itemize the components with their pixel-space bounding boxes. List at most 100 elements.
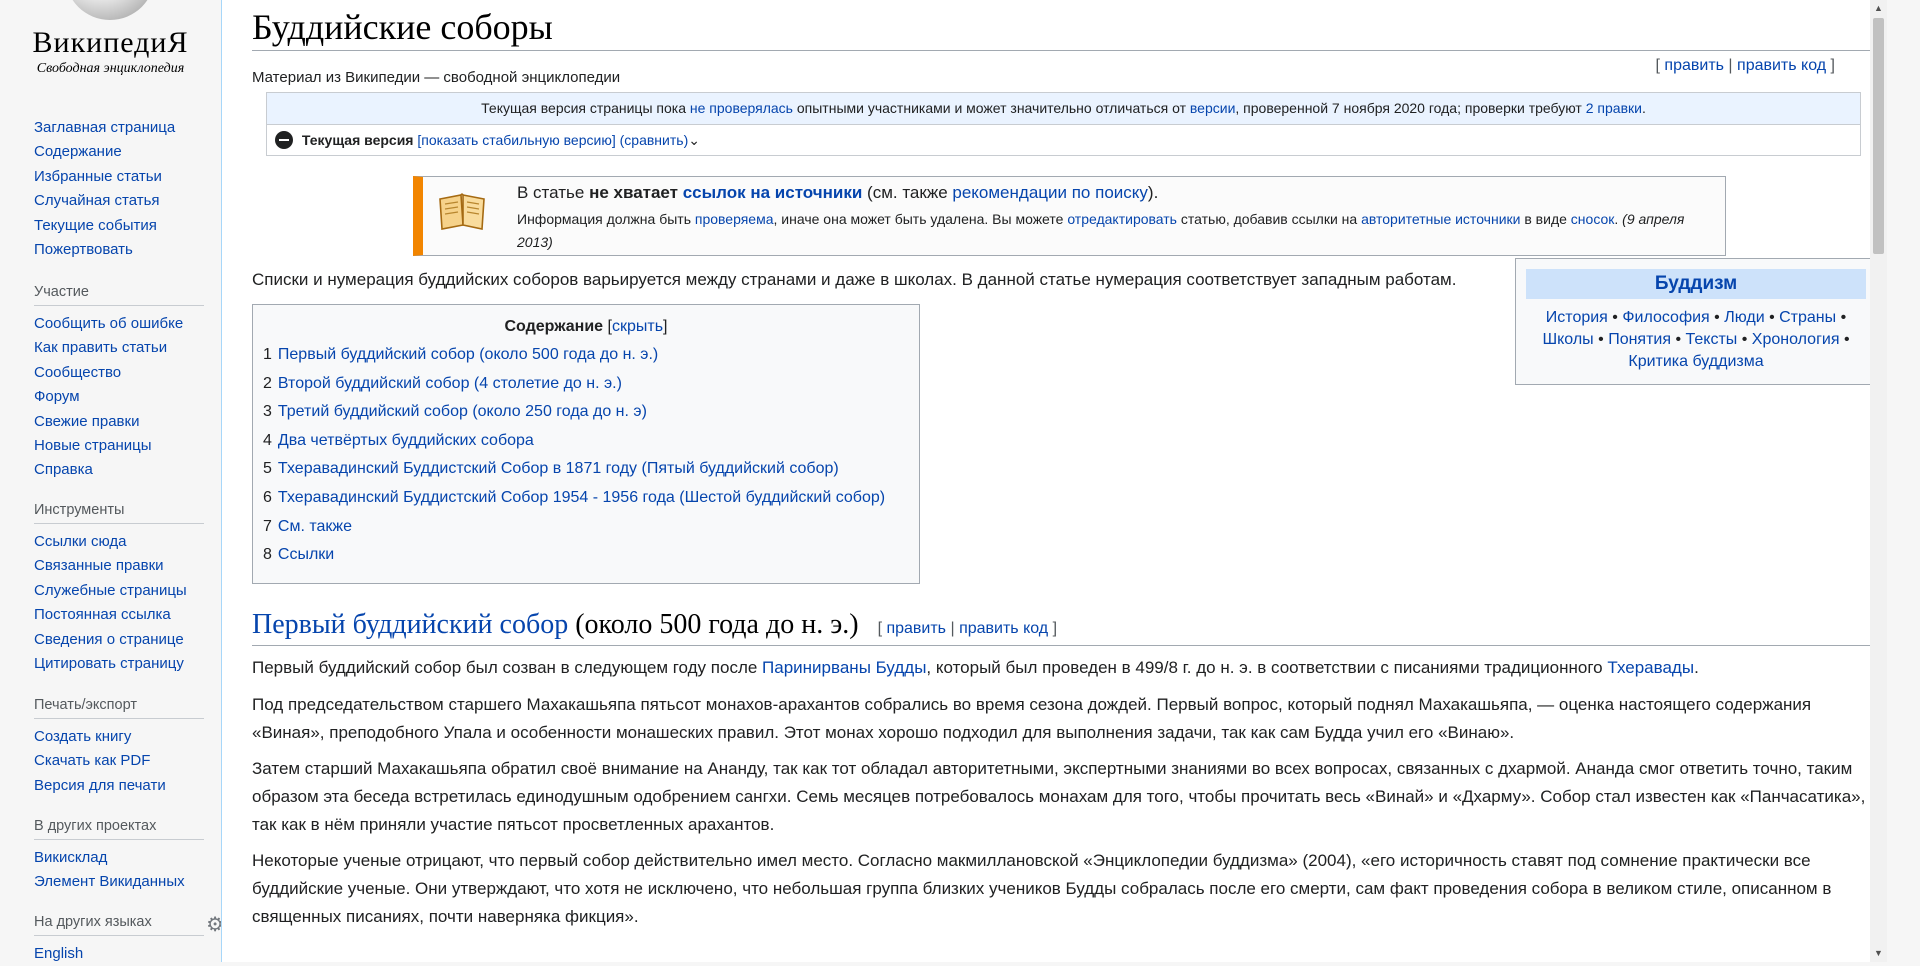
nav-community[interactable]: Сообщество [34, 364, 121, 381]
nav-report-error[interactable]: Сообщить об ошибке [34, 315, 183, 332]
section-edit-link[interactable]: править [886, 620, 946, 637]
edits-link[interactable]: 2 правки [1586, 100, 1642, 116]
parinirvana-link[interactable]: Паринирваны Будды [762, 658, 926, 677]
nav-new-pages[interactable]: Новые страницы [34, 437, 152, 454]
toc-item[interactable]: 8 Ссылки [263, 541, 919, 570]
navbox-link[interactable]: Страны [1779, 309, 1836, 326]
languages-heading-label: На других языках [34, 914, 152, 930]
nav-special-pages[interactable]: Служебные страницы [34, 582, 187, 599]
nav-featured[interactable]: Избранные статьи [34, 168, 162, 185]
not-checked-link[interactable]: не проверялась [690, 100, 793, 116]
toc-link[interactable]: См. также [278, 518, 352, 535]
flagged-text: . [1641, 100, 1646, 116]
intro-paragraph: Списки и нумерация буддийских соборов ва… [252, 270, 1457, 289]
toc-link[interactable]: Второй буддийский собор (4 столетие до н… [278, 375, 622, 392]
navbox-link[interactable]: Критика буддизма [1628, 353, 1763, 370]
scroll-up-arrow-icon[interactable]: ▲ [1870, 0, 1887, 17]
toc-item[interactable]: 4 Два четвёртых буддийских собора [263, 427, 919, 456]
page-title: Буддийские соборы [252, 6, 1874, 51]
navbox-link[interactable]: Хронология [1752, 331, 1840, 348]
nav-contents[interactable]: Содержание [34, 143, 122, 160]
nav-commons[interactable]: Викисклад [34, 849, 107, 866]
navbox-links: История • Философия • Люди • Страны • Шк… [1542, 309, 1850, 370]
nav-related-changes[interactable]: Связанные правки [34, 557, 164, 574]
nav-permanent-link[interactable]: Постоянная ссылка [34, 606, 171, 623]
theravada-link[interactable]: Тхеравады [1607, 658, 1694, 677]
toc-link[interactable]: Первый буддийский собор (около 500 года … [278, 346, 658, 363]
nav-wikidata-item[interactable]: Элемент Викиданных [34, 873, 185, 890]
sources-link[interactable]: ссылок на источники [683, 183, 863, 202]
reliable-sources-link[interactable]: авторитетные источники [1361, 211, 1520, 227]
toc-item[interactable]: 5 Тхеравадинский Буддистский Собор в 1871… [263, 455, 919, 484]
nav-how-to-edit[interactable]: Как править статьи [34, 339, 167, 356]
toc-item[interactable]: 6 Тхеравадинский Буддистский Собор 1954 -… [263, 484, 919, 513]
nav-page-info[interactable]: Сведения о странице [34, 631, 184, 648]
flagged-notice: Текущая версия страницы пока не проверял… [267, 93, 1860, 125]
toc-number: 3 [263, 403, 272, 421]
logo-tagline: Свободная энциклопедия [36, 61, 185, 76]
flagged-text: Текущая версия страницы пока [481, 100, 690, 116]
toc-item[interactable]: 3 Третий буддийский собор (около 250 года… [263, 398, 919, 427]
wikipedia-logo[interactable]: ВикипедиЯ Свободная энциклопедия [0, 0, 221, 100]
navbox-link[interactable]: История [1546, 309, 1608, 326]
paragraph: Затем старший Махакашьяпа обратил своё в… [252, 759, 1866, 834]
section-edit-code-link[interactable]: править код [959, 620, 1048, 637]
nav-random[interactable]: Случайная статья [34, 192, 160, 209]
nav-help[interactable]: Справка [34, 461, 93, 478]
vertical-scrollbar[interactable]: ▲ ▼ [1870, 0, 1887, 962]
nav-print: Печать/экспорт Создать книгу Скачать как… [34, 697, 214, 798]
edit-code-link[interactable]: править код [1737, 57, 1826, 74]
navbox-link[interactable]: Философия [1622, 309, 1709, 326]
navbox-link[interactable]: Школы [1542, 331, 1593, 348]
toc-item[interactable]: 7 См. также [263, 513, 919, 542]
search-guidelines-link[interactable]: рекомендации по поиску [952, 183, 1148, 202]
current-version-label: Текущая версия [301, 132, 414, 148]
section-title-link[interactable]: Первый буддийский собор [252, 609, 568, 640]
notice-text: ). [1147, 183, 1159, 202]
nav-donate[interactable]: Пожертвовать [34, 241, 133, 258]
scroll-down-arrow-icon[interactable]: ▼ [1870, 945, 1887, 962]
toc-link[interactable]: Тхеравадинский Буддистский Собор 1954 - … [278, 489, 885, 506]
navbox-title[interactable]: Буддизм [1526, 269, 1866, 299]
toc-number: 6 [263, 488, 272, 506]
paragraph-text: Первый буддийский собор был созван в сле… [252, 658, 763, 677]
toc-title: Содержание [скрыть] [504, 318, 668, 335]
nav-main: Заглавная страница Содержание Избранные … [34, 116, 214, 262]
nav-what-links-here[interactable]: Ссылки сюда [34, 533, 127, 550]
scrollbar-thumb[interactable] [1873, 18, 1884, 254]
nav-create-book[interactable]: Создать книгу [34, 728, 131, 745]
nav-download-pdf[interactable]: Скачать как PDF [34, 752, 150, 769]
compare-link[interactable]: (сравнить) [620, 132, 689, 148]
verifiable-link[interactable]: проверяема [695, 211, 774, 227]
toc-item[interactable]: 2 Второй буддийский собор (4 столетие до … [263, 370, 919, 399]
toc-link[interactable]: Третий буддийский собор (около 250 года … [278, 403, 647, 420]
footnotes-link[interactable]: сносок [1571, 211, 1615, 227]
nav-language-english[interactable]: English [34, 945, 83, 962]
edit-link[interactable]: править [1664, 57, 1724, 74]
flagged-text: , проверенной 7 ноября 2020 года; провер… [1235, 100, 1586, 116]
nav-forum[interactable]: Форум [34, 388, 80, 405]
paragraph: Первый буддийский собор был созван в сле… [252, 654, 1872, 682]
chevron-down-icon[interactable]: ⌄ [688, 132, 700, 148]
toc-hide-link[interactable]: скрыть [612, 318, 663, 335]
toc-link[interactable]: Тхеравадинский Буддистский Собор в 1871 … [278, 460, 839, 477]
navbox-link[interactable]: Люди [1724, 309, 1764, 326]
navbox-link[interactable]: Тексты [1686, 331, 1738, 348]
nav-printable-version[interactable]: Версия для печати [34, 777, 166, 794]
nav-recent-changes[interactable]: Свежие правки [34, 413, 139, 430]
toc-link[interactable]: Два четвёртых буддийских собора [278, 432, 534, 449]
content-area: Буддийские соборы Материал из Википедии … [221, 0, 1887, 962]
toc-item[interactable]: 1 Первый буддийский собор (около 500 года… [263, 341, 919, 370]
toc-link[interactable]: Ссылки [278, 546, 334, 563]
notice-text: в виде [1520, 211, 1571, 227]
edit-article-link[interactable]: отредактировать [1067, 211, 1177, 227]
toc-number: 4 [263, 431, 272, 449]
nav-current-events[interactable]: Текущие события [34, 217, 157, 234]
navbox-link[interactable]: Понятия [1608, 331, 1671, 348]
nav-cite-page[interactable]: Цитировать страницу [34, 655, 184, 672]
nav-main-page[interactable]: Заглавная страница [34, 119, 175, 136]
show-stable-version-link[interactable]: [показать стабильную версию] [417, 132, 615, 148]
section-title-rest: (около 500 года до н. э.) [568, 609, 859, 640]
version-link[interactable]: версии [1190, 100, 1236, 116]
paragraph-text: . [1694, 658, 1699, 677]
